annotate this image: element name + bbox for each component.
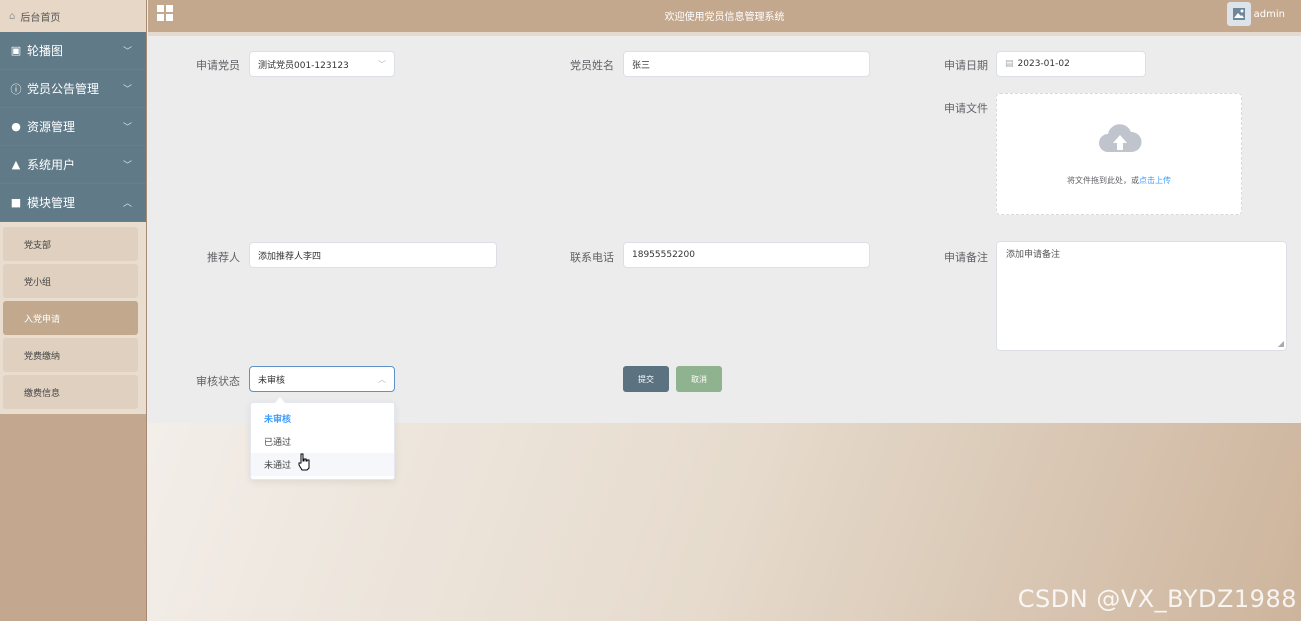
sidebar-subitem-payment-info[interactable]: 缴费信息 [3,375,138,409]
recommender-input[interactable]: 添加推荐人李四 [249,242,497,268]
chevron-down-icon: ﹀ [122,47,132,57]
applicant-select[interactable]: 测试党员001-123123 ﹀ [249,51,395,77]
sidebar: ⌂ 后台首页 ▣ 轮播图 ﹀ ⓘ 党员公告管理 ﹀ ● 资源管理 ﹀ ▲ 系统用… [0,0,147,621]
date-label: 申请日期 [944,59,988,72]
sidebar-subitem-application[interactable]: 入党申请 [3,301,138,335]
name-input[interactable]: 张三 [623,51,870,77]
sidebar-subitem-group[interactable]: 党小组 [3,264,138,298]
sidebar-menu: ▣ 轮播图 ﹀ ⓘ 党员公告管理 ﹀ ● 资源管理 ﹀ ▲ 系统用户 ﹀ ■ 模… [0,32,146,222]
sidebar-subitem-fee[interactable]: 党费缴纳 [3,338,138,372]
sidebar-item-label: 轮播图 [27,44,64,58]
status-value: 未审核 [258,375,286,386]
remark-value: 添加申请备注 [1006,250,1061,260]
username[interactable]: admin [1254,9,1285,20]
applicant-value: 测试党员001-123123 [258,60,349,71]
sidebar-item-users[interactable]: ▲ 系统用户 ﹀ [0,146,146,184]
sidebar-item-resource[interactable]: ● 资源管理 ﹀ [0,108,146,146]
avatar[interactable] [1227,2,1251,26]
menu-icon: ■ [10,196,22,209]
status-label: 审核状态 [196,375,240,388]
sidebar-item-label: 党员公告管理 [27,82,100,96]
phone-value: 18955552200 [632,250,695,260]
chevron-down-icon: ﹀ [122,161,132,171]
recommender-label: 推荐人 [207,251,240,264]
cancel-button[interactable]: 取消 [676,366,722,392]
upload-link[interactable]: 点击上传 [1139,176,1171,185]
remark-textarea[interactable]: 添加申请备注 ◢ [996,241,1287,351]
name-value: 张三 [632,60,651,71]
file-label: 申请文件 [944,102,988,115]
resize-handle-icon[interactable]: ◢ [1278,339,1284,348]
sidebar-submenu: 党支部 党小组 入党申请 党费缴纳 缴费信息 [0,222,146,414]
status-option-rejected[interactable]: 未通过 [251,453,394,476]
submit-button[interactable]: 提交 [623,366,669,392]
applicant-label: 申请党员 [196,59,240,72]
upload-hint: 将文件拖到此处，或点击上传 [997,175,1241,186]
status-option-pending[interactable]: 未审核 [251,407,394,430]
sidebar-item-carousel[interactable]: ▣ 轮播图 ﹀ [0,32,146,70]
status-dropdown: 未审核 已通过 未通过 [250,397,395,480]
file-upload-area[interactable]: 将文件拖到此处，或点击上传 [996,93,1242,215]
chevron-down-icon: ﹀ [378,59,386,69]
watermark: CSDN @VX_BYDZ1988 [1017,585,1297,613]
header-title: 欢迎使用党员信息管理系统 [664,12,785,23]
date-picker[interactable]: ▤ 2023-01-02 [996,51,1146,77]
user-icon: ▲ [11,158,21,171]
sidebar-home-label: 后台首页 [20,12,61,24]
top-header: 欢迎使用党员信息管理系统 admin [148,0,1301,32]
hand-cursor-icon [298,453,310,471]
phone-input[interactable]: 18955552200 [623,242,870,268]
bulb-icon: ● [11,120,21,133]
sidebar-item-modules[interactable]: ■ 模块管理 ︿ [0,184,146,222]
picture-icon: ▣ [10,44,22,57]
sidebar-item-label: 资源管理 [27,120,76,134]
sidebar-subitem-branch[interactable]: 党支部 [3,227,138,261]
chevron-down-icon: ﹀ [122,85,132,95]
cloud-upload-icon [1099,124,1142,152]
phone-label: 联系电话 [570,251,614,264]
chevron-down-icon: ﹀ [122,123,132,133]
sidebar-home-link[interactable]: ⌂ 后台首页 [0,0,146,32]
sidebar-item-notice[interactable]: ⓘ 党员公告管理 ﹀ [0,70,146,108]
remark-label: 申请备注 [944,251,988,264]
date-value: 2023-01-02 [1017,59,1070,69]
calendar-icon: ▤ [1005,59,1014,69]
status-option-approved[interactable]: 已通过 [251,430,394,453]
chevron-up-icon: ︿ [122,199,132,209]
recommender-value: 添加推荐人李四 [258,251,322,262]
info-icon: ⓘ [10,82,22,96]
name-label: 党员姓名 [570,59,614,72]
sidebar-item-label: 系统用户 [27,158,76,172]
status-select[interactable]: 未审核 ︿ [249,366,395,392]
chevron-up-icon: ︿ [378,374,386,384]
image-icon [1233,8,1245,20]
sidebar-item-label: 模块管理 [27,196,76,210]
home-icon: ⌂ [9,10,16,22]
upload-hint-text: 将文件拖到此处，或 [1067,176,1139,185]
